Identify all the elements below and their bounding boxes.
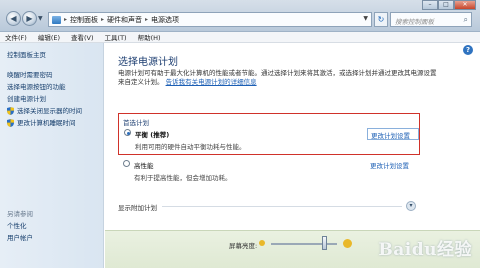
sidebar-item-home[interactable]: 控制面板主页 (7, 49, 103, 61)
search-input[interactable]: 搜索控制面板 ⌕ (390, 12, 472, 27)
brightness-low-icon (259, 240, 265, 246)
plan-balanced-name[interactable]: 平衡 (推荐) (135, 129, 169, 139)
sidebar-item-create-plan[interactable]: 创建电源计划 (7, 93, 103, 105)
sidebar: 控制面板主页 唤醒时需要密码 选择电源按钮的功能 创建电源计划 选择关闭显示器的… (0, 43, 104, 268)
sidebar-item-personalization[interactable]: 个性化 (7, 220, 33, 232)
breadcrumb-power-options[interactable]: 电源选项 (151, 15, 179, 25)
breadcrumb-control-panel[interactable]: 控制面板 (70, 15, 98, 25)
back-button[interactable]: ◀ (6, 11, 21, 26)
brightness-label: 屏幕亮度: (229, 242, 258, 250)
menu-tools[interactable]: 工具(T) (105, 32, 127, 42)
sidebar-item-display-off[interactable]: 选择关闭显示器的时间 (7, 105, 103, 117)
chevron-right-icon[interactable]: ▸ (101, 16, 104, 23)
sidebar-item-wake-password[interactable]: 唤醒时需要密码 (7, 69, 103, 81)
intro-help-link[interactable]: 告诉我有关电源计划的详细信息 (166, 78, 257, 86)
search-placeholder: 搜索控制面板 (395, 18, 434, 26)
breadcrumb-hardware-sound[interactable]: 硬件和声音 (107, 15, 142, 25)
refresh-icon[interactable]: ↻ (374, 12, 388, 27)
watermark-logo: Baidu经验 (378, 240, 472, 260)
preferred-plans-group: 首选计划 平衡 (推荐) 利用可用的硬件自动平衡功耗与性能。 更改计划设置 (118, 113, 420, 155)
chevron-right-icon[interactable]: ▸ (145, 16, 148, 23)
sidebar-item-sleep-time[interactable]: 更改计算机睡眠时间 (7, 117, 103, 129)
title-bar: – □ ✕ ◀ ▶ ▼ ▸ 控制面板 ▸ 硬件和声音 ▸ 电源选项 ▼ ↻ 搜索… (0, 0, 480, 32)
window-controls: – □ ✕ (422, 0, 476, 10)
plan-balanced-radio[interactable] (124, 129, 131, 136)
sidebar-item-power-button[interactable]: 选择电源按钮的功能 (7, 81, 103, 93)
divider (162, 206, 402, 207)
intro-text: 电源计划可有助于最大化计算机的性能或者节能。通过选择计划来将其激活，或选择计划并… (118, 69, 438, 87)
brightness-slider[interactable] (271, 243, 337, 245)
menu-edit[interactable]: 编辑(E) (38, 32, 60, 42)
change-plan-settings-link[interactable]: 更改计划设置 (370, 160, 409, 170)
sidebar-item-label: 选择关闭显示器的时间 (17, 107, 82, 115)
menu-bar: 文件(F) 编辑(E) 查看(V) 工具(T) 帮助(H) (0, 32, 480, 43)
recent-pages-dropdown-icon[interactable]: ▼ (38, 15, 43, 22)
close-button[interactable]: ✕ (454, 0, 476, 10)
group-label: 首选计划 (123, 119, 149, 127)
brightness-slider-thumb[interactable] (321, 236, 327, 250)
sidebar-item-label: 更改计算机睡眠时间 (17, 119, 76, 127)
help-icon[interactable]: ? (463, 45, 473, 55)
chevron-right-icon[interactable]: ▸ (64, 16, 67, 23)
chevron-down-icon[interactable]: ▾ (406, 201, 416, 211)
minimize-button[interactable]: – (422, 0, 438, 10)
shield-icon (7, 119, 14, 127)
maximize-button[interactable]: □ (438, 0, 454, 10)
menu-view[interactable]: 查看(V) (71, 32, 94, 42)
show-additional-plans-label: 显示附加计划 (118, 204, 157, 212)
sidebar-item-user-accounts[interactable]: 用户帐户 (7, 232, 33, 244)
menu-help[interactable]: 帮助(H) (138, 32, 161, 42)
address-bar[interactable]: ▸ 控制面板 ▸ 硬件和声音 ▸ 电源选项 ▼ (48, 12, 372, 27)
brightness-bar: 屏幕亮度: Baidu经验 (105, 230, 480, 268)
shield-icon (7, 107, 14, 115)
show-additional-plans[interactable]: 显示附加计划 ▾ (118, 201, 418, 212)
see-also-section: 另请参阅 个性化 用户帐户 (7, 208, 33, 244)
forward-button[interactable]: ▶ (22, 11, 37, 26)
see-also-heading: 另请参阅 (7, 210, 33, 218)
menu-file[interactable]: 文件(F) (5, 32, 27, 42)
plan-high-performance-name[interactable]: 高性能 (134, 160, 154, 170)
search-icon[interactable]: ⌕ (464, 15, 468, 25)
control-panel-icon (52, 15, 61, 24)
plan-high-performance-desc: 有利于提高性能，但会增加功耗。 (134, 174, 232, 182)
change-plan-settings-link[interactable]: 更改计划设置 (371, 130, 410, 140)
plan-high-performance-radio[interactable] (123, 160, 130, 167)
plan-balanced-desc: 利用可用的硬件自动平衡功耗与性能。 (135, 143, 246, 151)
brightness-high-icon (343, 239, 352, 248)
address-dropdown-icon[interactable]: ▼ (363, 15, 368, 22)
page-title: 选择电源计划 (118, 57, 178, 68)
